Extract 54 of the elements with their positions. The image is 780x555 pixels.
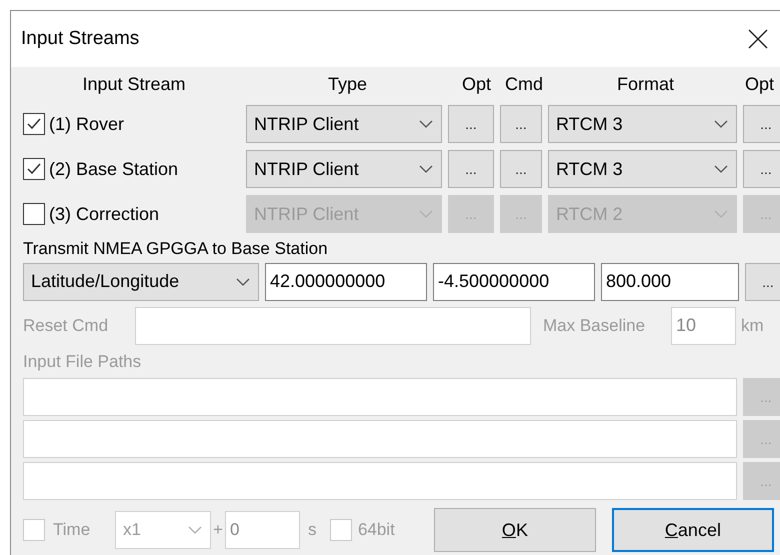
close-icon[interactable] <box>748 29 768 49</box>
input-field[interactable]: -4.500000000 <box>433 262 595 300</box>
dropdown[interactable]: RTCM 3 <box>548 105 737 143</box>
column-header: Format <box>616 72 675 96</box>
section-label: Input File Paths <box>23 350 142 372</box>
column-header: Opt <box>744 72 776 96</box>
stream-label: (1) Rover <box>49 112 124 136</box>
ellipsis-button[interactable]: ... <box>500 150 542 188</box>
caret-icon <box>235 276 251 286</box>
input-field[interactable]: 42.000000000 <box>265 262 427 300</box>
input-field[interactable] <box>23 378 737 416</box>
caret-icon <box>713 209 729 219</box>
caret-icon <box>187 525 203 535</box>
unit-label: km <box>741 314 764 337</box>
checkmark-icon <box>26 116 42 132</box>
ellipsis-button[interactable]: ... <box>743 105 780 143</box>
input-field[interactable] <box>23 420 737 458</box>
unit-label: s <box>308 519 318 542</box>
column-header: Opt <box>460 72 492 96</box>
caret-icon <box>713 164 729 174</box>
ellipsis-button[interactable]: ... <box>743 150 780 188</box>
caret-icon <box>418 119 434 129</box>
field-label: Max Baseline <box>543 314 646 337</box>
input-field[interactable] <box>135 306 531 344</box>
column-header: Input Stream <box>81 72 187 96</box>
checkbox[interactable] <box>23 158 45 180</box>
section-label: Transmit NMEA GPGGA to Base Station <box>23 238 329 260</box>
input-field[interactable] <box>23 462 737 500</box>
ellipsis-button[interactable]: ... <box>500 105 542 143</box>
checkbox[interactable] <box>23 203 45 225</box>
dropdown[interactable]: RTCM 3 <box>548 150 737 188</box>
ellipsis-button[interactable]: ... <box>448 105 494 143</box>
ellipsis-button[interactable]: ... <box>448 150 494 188</box>
dropdown[interactable]: Latitude/Longitude <box>23 262 259 300</box>
column-header: Cmd <box>504 72 544 96</box>
checkbox-label: 64bit <box>358 519 396 542</box>
cancel-button[interactable]: Cancel <box>612 508 774 552</box>
stream-label: (2) Base Station <box>49 158 178 181</box>
plus-label: + <box>213 519 223 542</box>
window-title: Input Streams <box>21 26 140 51</box>
field-label: Reset Cmd <box>23 314 110 337</box>
caret-icon <box>418 209 434 219</box>
ok-button[interactable]: OK <box>434 508 596 552</box>
column-header: Type <box>326 72 368 96</box>
checkbox[interactable] <box>23 113 45 135</box>
stream-label: (3) Correction <box>49 202 160 226</box>
ellipsis-button[interactable]: ... <box>745 262 780 300</box>
dropdown[interactable]: NTRIP Client <box>246 150 442 188</box>
dropdown[interactable]: NTRIP Client <box>246 105 442 143</box>
input-field[interactable]: 800.000 <box>601 262 739 300</box>
checkmark-icon <box>26 161 42 177</box>
caret-icon <box>418 164 434 174</box>
checkbox-label: Time <box>53 519 92 542</box>
caret-icon <box>713 119 729 129</box>
